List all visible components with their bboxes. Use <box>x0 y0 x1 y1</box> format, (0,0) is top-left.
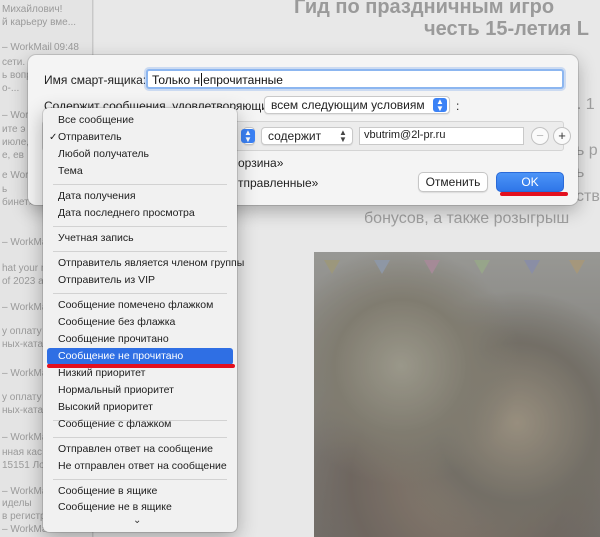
menu-separator <box>53 437 227 438</box>
mailbox-name-input[interactable]: Только н епрочитанные <box>146 69 564 89</box>
rule-field-menu: Все сообщение ✓ Отправитель Любой получат… <box>43 108 244 532</box>
conditions-suffix: : <box>456 99 460 113</box>
menu-item[interactable]: Сообщение без флажка <box>47 314 233 331</box>
menu-separator <box>53 293 227 294</box>
text-caret <box>201 73 203 86</box>
menu-item[interactable]: Все сообщение <box>47 112 233 129</box>
menu-scroll-down-icon[interactable]: ⌄ <box>133 515 141 526</box>
ok-button-highlight-mark <box>500 192 568 196</box>
menu-item[interactable]: Сообщение с флажком <box>47 416 233 433</box>
rule-operator-popup[interactable]: содержит ▲ ▼ <box>261 127 353 145</box>
rule-value-input[interactable]: vbutrim@2l-pr.ru <box>359 127 524 145</box>
mailbox-name-label: Имя смарт-ящика: <box>44 73 147 87</box>
ok-button[interactable]: OK <box>496 172 564 192</box>
menu-item-unread[interactable]: Сообщение не прочитано <box>47 348 233 365</box>
menu-item[interactable]: Не отправлен ответ на сообщение <box>47 458 233 475</box>
mail-list-item[interactable]: й карьеру вме... <box>0 17 92 28</box>
menu-item[interactable]: Отправитель является членом группы <box>47 255 244 272</box>
menu-item[interactable]: Низкий приоритет <box>47 365 233 382</box>
remove-rule-button[interactable]: − <box>531 127 549 145</box>
checkmark-icon: ✓ <box>49 132 58 143</box>
bunting-decoration <box>314 260 600 284</box>
menu-separator <box>53 251 227 252</box>
menu-item[interactable]: Дата последнего просмотра <box>47 205 233 222</box>
conditions-popup[interactable]: всем следующим условиям ▲ ▼ <box>264 96 450 114</box>
menu-item[interactable]: Нормальный приоритет <box>47 382 233 399</box>
menu-item[interactable]: Сообщение в ящике <box>47 483 233 500</box>
article-text-fragment: ь р <box>576 142 598 159</box>
add-rule-button[interactable]: + <box>553 127 571 145</box>
cancel-button[interactable]: Отменить <box>418 172 488 192</box>
menu-item[interactable]: Учетная запись <box>47 230 233 247</box>
article-text-fragment: бонусов, а также розыгрыш <box>364 210 570 227</box>
rule-field-popup-arrow[interactable]: ▲ ▼ <box>241 127 255 145</box>
include-sent-option-label[interactable]: тправленные» <box>238 176 318 190</box>
chevron-updown-icon: ▲ ▼ <box>241 129 255 144</box>
menu-separator <box>53 226 227 227</box>
menu-item[interactable]: Любой получатель <box>47 146 233 163</box>
article-illustration <box>314 252 600 537</box>
article-title-line-2: честь 15-летия L <box>424 18 589 40</box>
article-text-fragment: ств <box>576 188 600 205</box>
mail-list-item[interactable]: Михайлович! <box>0 4 92 15</box>
menu-item[interactable]: Дата получения <box>47 188 233 205</box>
menu-item[interactable]: Высокий приоритет <box>47 399 233 416</box>
menu-item[interactable]: Сообщение прочитано <box>47 331 233 348</box>
article-title-line-1: Гид по праздничным игро <box>294 0 555 18</box>
mail-list-item[interactable]: – WorkMail 09:48 <box>0 42 92 53</box>
menu-item[interactable]: Отправитель из VIP <box>47 272 233 289</box>
chevron-updown-icon: ▲ ▼ <box>433 98 447 113</box>
menu-separator <box>53 479 227 480</box>
menu-item[interactable]: Сообщение не в ящике <box>47 499 233 516</box>
include-trash-option-label[interactable]: орзина» <box>238 156 283 170</box>
menu-item[interactable]: Тема <box>47 163 233 180</box>
menu-item[interactable]: Отправлен ответ на сообщение <box>47 441 233 458</box>
menu-item[interactable]: Сообщение помечено флажком <box>47 297 233 314</box>
chevron-updown-icon: ▲ ▼ <box>336 129 350 144</box>
menu-item-sender[interactable]: ✓ Отправитель <box>47 129 233 146</box>
menu-separator <box>53 184 227 185</box>
